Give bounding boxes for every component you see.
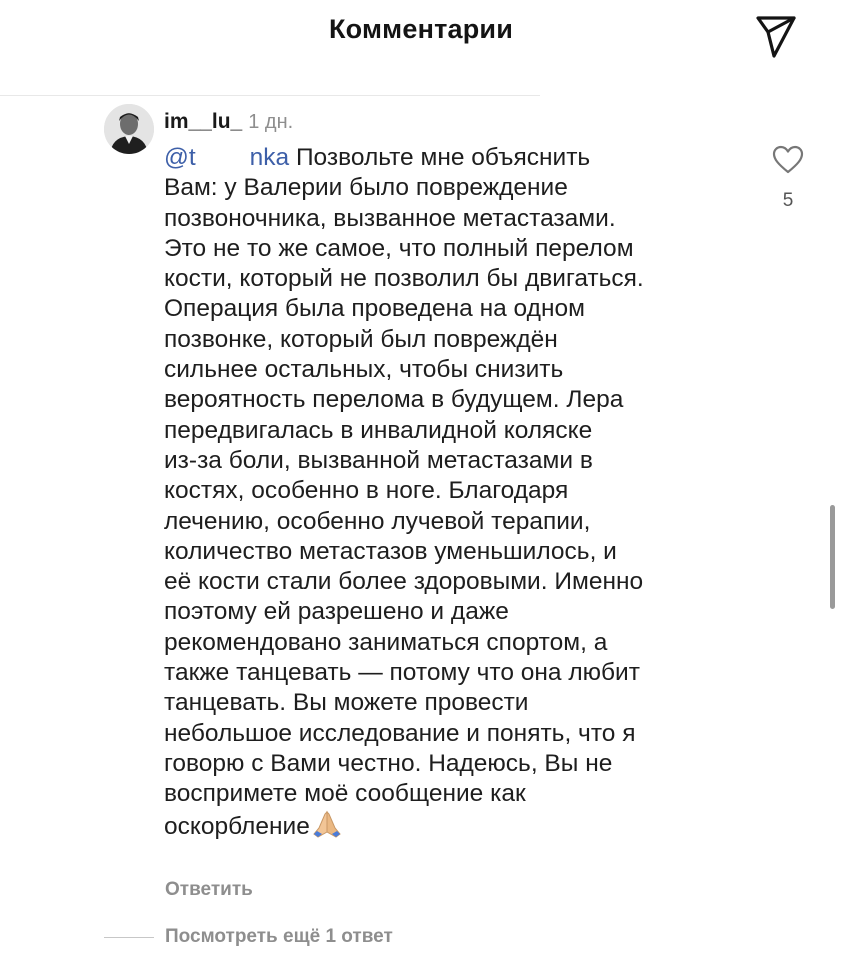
divider <box>0 95 540 96</box>
view-replies-button[interactable]: Посмотреть ещё 1 ответ <box>165 926 393 948</box>
comment-text: Позвольте мне объяснить Вам: у Валерии б… <box>164 144 644 840</box>
send-icon[interactable] <box>752 12 800 60</box>
avatar-image <box>104 104 154 154</box>
comment-body: @t nka Позвольте мне объяснить Вам: у Ва… <box>164 143 744 846</box>
avatar[interactable] <box>104 104 154 154</box>
reply-button[interactable]: Ответить <box>165 879 253 901</box>
comment-header: im__lu_ 1 дн. <box>164 110 293 134</box>
replies-divider <box>104 937 154 938</box>
folded-hands-icon <box>312 810 342 846</box>
like-count: 5 <box>782 190 794 211</box>
mention-link[interactable]: @t nka <box>164 144 289 171</box>
comment-time: 1 дн. <box>248 111 294 133</box>
username-link[interactable]: im__lu_ <box>164 110 242 133</box>
header: Комментарии <box>0 0 842 80</box>
page-title: Комментарии <box>328 14 513 44</box>
heart-icon[interactable] <box>772 145 804 175</box>
scrollbar[interactable] <box>830 505 835 609</box>
